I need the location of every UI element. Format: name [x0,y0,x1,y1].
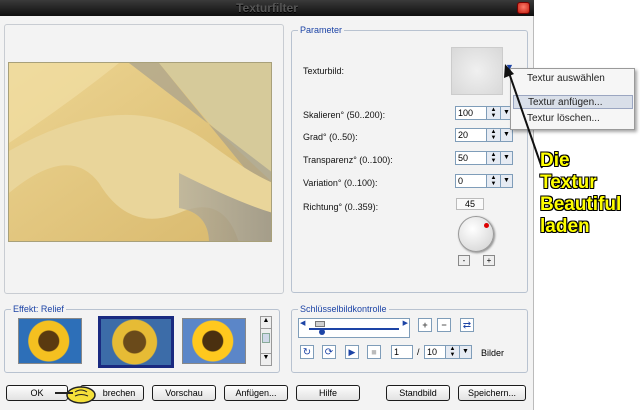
keyframe-track[interactable]: ◀ ▶ [298,318,410,338]
effect-thumbnail-selected[interactable] [98,316,174,368]
total-frames-dropdown-icon[interactable]: ▼ [460,345,472,359]
effect-scrollbar[interactable]: ▲ ▼ [260,316,272,366]
help-button[interactable]: Hilfe [296,385,360,401]
dial-plus-button[interactable]: + [483,255,495,266]
dial-minus-button[interactable]: - [458,255,470,266]
variation-dropdown-icon[interactable]: ▼ [501,174,513,188]
save-button[interactable]: Speichern... [458,385,526,401]
default-button[interactable]: Standbild [386,385,450,401]
stop-button[interactable]: ■ [367,345,381,359]
keyframe-end-icon[interactable]: ▶ [403,319,408,327]
keyframe-marker-icon [319,329,325,335]
frames-label: Bilder [481,348,505,358]
pointer-hand-icon [55,386,96,404]
transparency-spin-icon[interactable]: ▲ ▼ [487,151,501,165]
loop-button[interactable]: ↻ [300,345,314,359]
swap-keyframe-icon[interactable]: ⇄ [460,318,474,332]
total-frames-spin-icon[interactable]: ▲ ▼ [446,345,460,359]
param-label-degree: Grad° (0..50): [303,132,358,142]
param-label-direction: Richtung° (0..359): [303,202,379,212]
texture-label: Texturbild: [303,66,345,76]
texture-preview[interactable] [451,47,503,95]
keyframe-start-icon[interactable]: ◀ [300,319,305,327]
keyframe-slider-handle[interactable] [315,321,325,327]
annotation-text: Die Textur Beautiful laden [540,150,640,238]
degree-value[interactable]: 20 [455,128,487,142]
dial-marker-icon [484,223,489,228]
annotation-line: Die [540,150,570,171]
total-frames-value[interactable]: 10 [424,345,446,359]
remove-keyframe-button[interactable]: − [437,318,451,332]
preview-image [8,62,272,242]
close-button[interactable] [517,2,530,14]
repeat-button[interactable]: ⟳ [322,345,336,359]
effect-thumbnail[interactable] [182,318,246,364]
direction-value: 45 [456,198,484,210]
effect-group-title: Effekt: Relief [11,304,66,314]
param-label-scale: Skalieren° (50..200): [303,110,386,120]
add-keyframe-button[interactable]: + [418,318,432,332]
play-button[interactable]: ▶ [345,345,359,359]
scale-value[interactable]: 100 [455,106,487,120]
annotation-line: Textur [540,172,597,193]
window-title: Texturfilter [236,1,298,15]
annotation-line: Beautiful [540,194,622,215]
annotation-line: laden [540,216,590,237]
keyframe-group-title: Schlüsselbildkontrolle [298,304,389,314]
title-bar[interactable]: Texturfilter [0,0,534,16]
append-button[interactable]: Anfügen... [224,385,288,401]
param-label-transparency: Transparenz° (0..100): [303,155,393,165]
param-label-variation: Variation° (0..100): [303,178,378,188]
variation-value[interactable]: 0 [455,174,487,188]
degree-spin-icon[interactable]: ▲ ▼ [487,128,501,142]
variation-stepper[interactable]: 0 ▲ ▼ ▼ [455,174,515,188]
effect-thumbnail[interactable] [18,318,82,364]
variation-spin-icon[interactable]: ▲ ▼ [487,174,501,188]
direction-dial[interactable] [458,216,494,252]
frame-separator: / [417,347,420,357]
scale-spin-icon[interactable]: ▲ ▼ [487,106,501,120]
parameter-group-title: Parameter [298,25,345,35]
total-frames-stepper[interactable]: 10 ▲ ▼ ▼ [424,345,476,359]
frame-input[interactable]: 1 [391,345,413,359]
preview-button[interactable]: Vorschau [152,385,216,401]
transparency-value[interactable]: 50 [455,151,487,165]
